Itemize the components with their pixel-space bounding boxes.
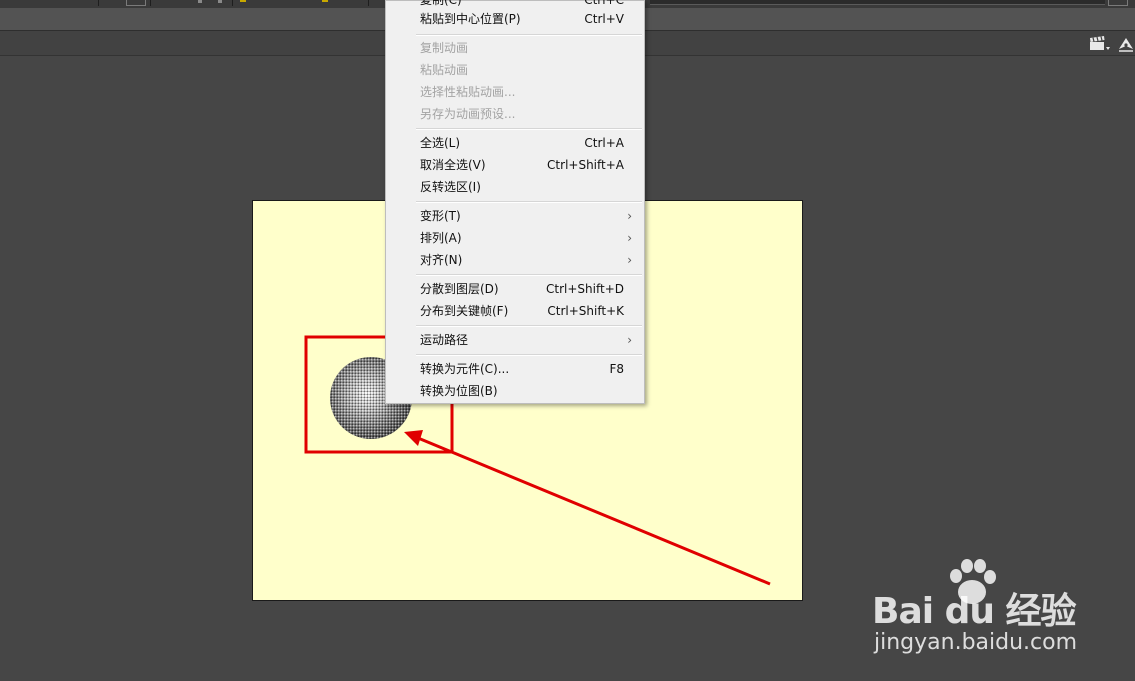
toolbar-glyph: [198, 0, 202, 3]
menu-item-paste-center[interactable]: 粘贴到中心位置(P) Ctrl+V: [386, 8, 644, 30]
submenu-arrow-icon: ›: [627, 231, 632, 245]
menu-item-shortcut: F8: [609, 362, 624, 376]
menu-item-motion-path[interactable]: 运动路径 ›: [386, 329, 644, 351]
toolbar-field[interactable]: [650, 0, 1105, 5]
menu-item-arrange[interactable]: 排列(A) ›: [386, 227, 644, 249]
menu-item-transform[interactable]: 变形(T) ›: [386, 205, 644, 227]
toolbar-divider: [150, 0, 151, 6]
app-window: 复制(C) Ctrl+C 粘贴到中心位置(P) Ctrl+V 复制动画 粘贴动画…: [0, 0, 1135, 681]
menu-item-shortcut: Ctrl+A: [584, 136, 624, 150]
menu-item-label: 另存为动画预设...: [420, 107, 516, 121]
menu-item-label: 对齐(N): [420, 253, 463, 267]
menu-separator: [416, 274, 642, 276]
toolbar-divider: [368, 0, 369, 6]
menu-item-paste-motion-special[interactable]: 选择性粘贴动画...: [386, 81, 644, 103]
menu-item-distribute-to-keyframes[interactable]: 分布到关键帧(F) Ctrl+Shift+K: [386, 300, 644, 322]
clapperboard-icon[interactable]: [1089, 36, 1111, 52]
menu-item-label: 反转选区(I): [420, 180, 481, 194]
context-menu: 复制(C) Ctrl+C 粘贴到中心位置(P) Ctrl+V 复制动画 粘贴动画…: [385, 0, 645, 404]
menu-item-select-all[interactable]: 全选(L) Ctrl+A: [386, 132, 644, 154]
toolbar-glyph: [218, 0, 222, 3]
menu-item-label: 转换为元件(C)...: [420, 362, 510, 376]
submenu-arrow-icon: ›: [627, 253, 632, 267]
menu-item-invert-selection[interactable]: 反转选区(I): [386, 176, 644, 198]
menu-item-label: 粘贴到中心位置(P): [420, 12, 521, 26]
toolbar-button[interactable]: [126, 0, 146, 6]
menu-item-copy-motion[interactable]: 复制动画: [386, 37, 644, 59]
watermark-url-text: jingyan.baidu.com: [874, 630, 1078, 655]
menu-item-label: 取消全选(V): [420, 158, 486, 172]
menu-item-distribute-to-layers[interactable]: 分散到图层(D) Ctrl+Shift+D: [386, 278, 644, 300]
menu-item-label: 分散到图层(D): [420, 282, 499, 296]
menu-separator: [416, 34, 642, 36]
toolbar-divider: [232, 0, 233, 6]
menu-item-shortcut: Ctrl+Shift+D: [546, 282, 624, 296]
menu-item-deselect-all[interactable]: 取消全选(V) Ctrl+Shift+A: [386, 154, 644, 176]
baidu-watermark: Bai du 经验 jingyan.baidu.com: [872, 556, 1102, 666]
menu-separator: [416, 325, 642, 327]
watermark-brand-text: Bai du 经验: [872, 591, 1077, 632]
toolbar-divider: [98, 0, 99, 6]
menu-item-label: 转换为位图(B): [420, 384, 498, 398]
menu-item-label: 选择性粘贴动画...: [420, 85, 516, 99]
menu-item-shortcut: Ctrl+V: [584, 12, 624, 26]
menu-item-label: 变形(T): [420, 209, 461, 223]
menu-item-convert-to-bitmap[interactable]: 转换为位图(B): [386, 380, 644, 402]
pen-icon[interactable]: [1117, 35, 1135, 53]
menu-item-align[interactable]: 对齐(N) ›: [386, 249, 644, 271]
toolbar-button[interactable]: [1108, 0, 1128, 6]
toolbar-color-chip: [322, 0, 328, 2]
menu-item-label: 粘贴动画: [420, 63, 469, 77]
menu-item-label: 复制动画: [420, 41, 469, 55]
menu-item-label: 运动路径: [420, 333, 469, 347]
submenu-arrow-icon: ›: [627, 333, 632, 347]
menu-separator: [416, 128, 642, 130]
submenu-arrow-icon: ›: [627, 209, 632, 223]
menu-item-shortcut: Ctrl+Shift+A: [547, 158, 624, 172]
menu-item-shortcut: Ctrl+Shift+K: [547, 304, 624, 318]
menu-separator: [416, 354, 642, 356]
menu-separator: [416, 201, 642, 203]
menu-item-convert-to-symbol[interactable]: 转换为元件(C)... F8: [386, 358, 644, 380]
menu-item-label: 排列(A): [420, 231, 462, 245]
menu-item-label: 全选(L): [420, 136, 461, 150]
menu-item-save-motion-preset[interactable]: 另存为动画预设...: [386, 103, 644, 125]
toolbar-color-chip: [240, 0, 246, 2]
menu-item-label: 分布到关键帧(F): [420, 304, 509, 318]
menu-item-paste-motion[interactable]: 粘贴动画: [386, 59, 644, 81]
